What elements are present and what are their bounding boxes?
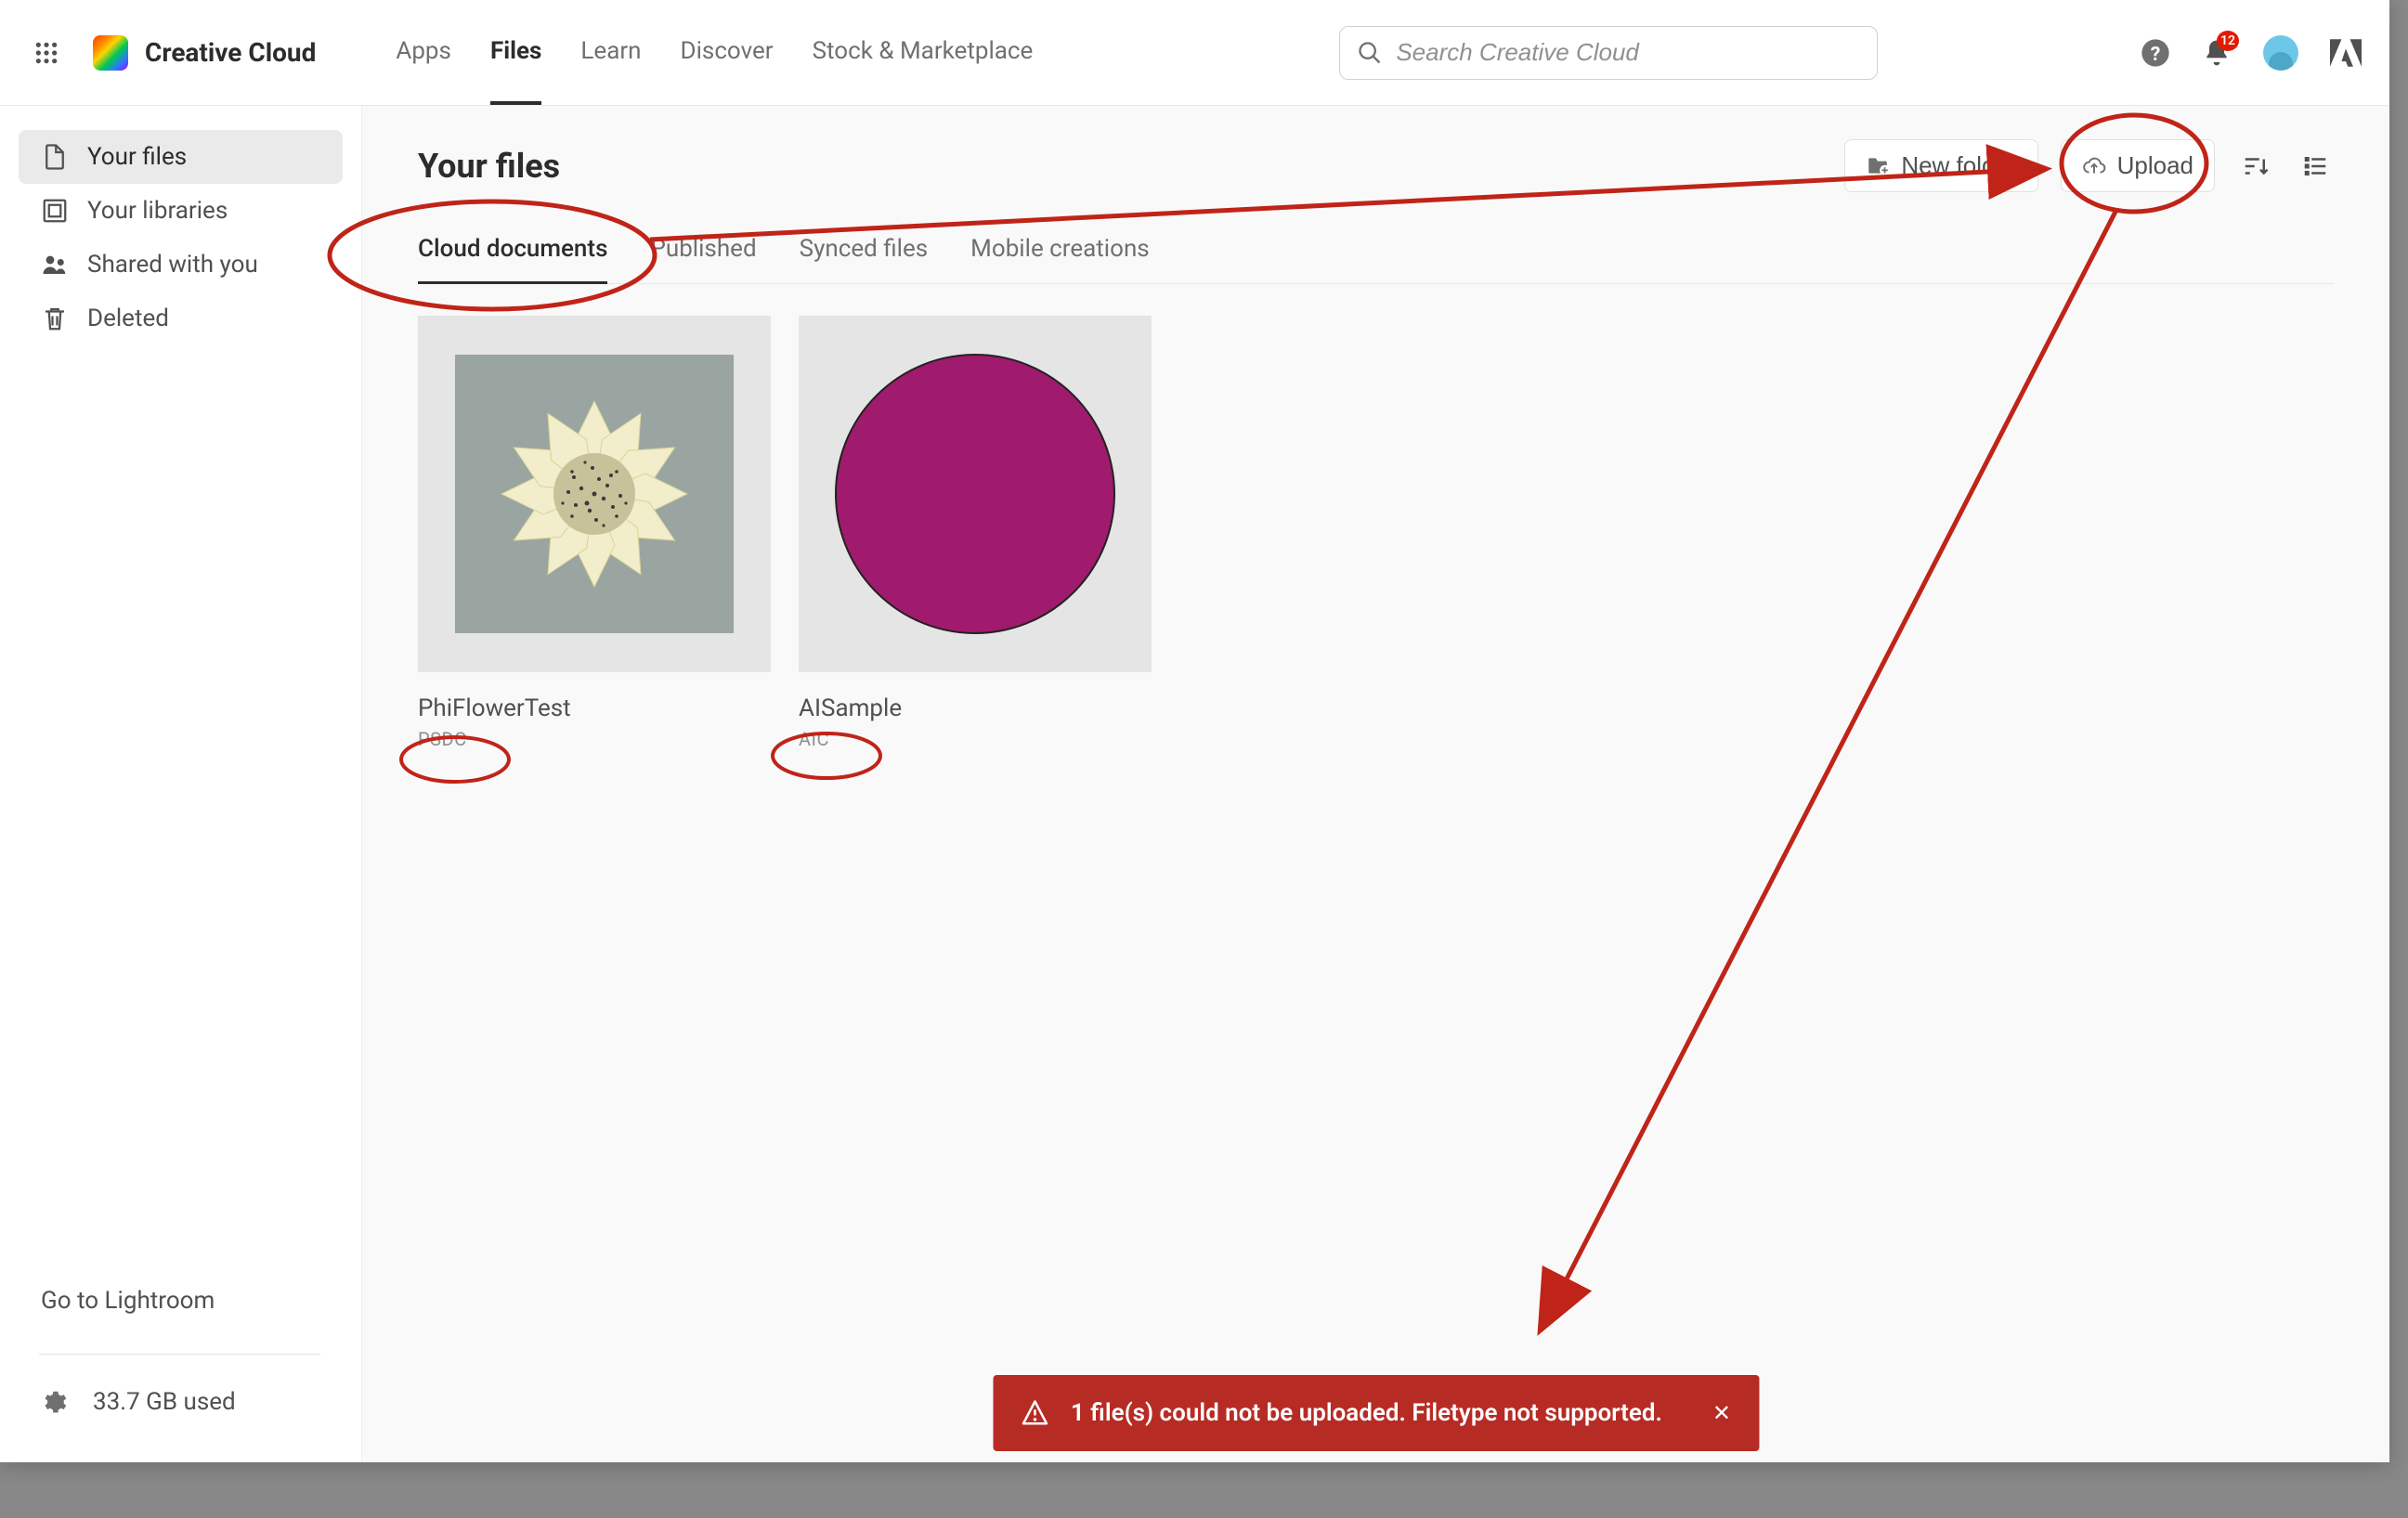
- page-header: Your files New folder Upload: [418, 139, 2334, 192]
- libraries-icon: [41, 197, 69, 225]
- upload-label: Upload: [2117, 151, 2193, 180]
- search-icon: [1357, 40, 1383, 66]
- top-nav-learn[interactable]: Learn: [580, 0, 641, 105]
- file-tabs: Cloud documents Published Synced files M…: [418, 235, 2334, 284]
- app-body: Your files Your libraries Shared with yo…: [0, 106, 2389, 1462]
- svg-text:?: ?: [2151, 43, 2161, 66]
- file-card[interactable]: AISample AIC: [799, 316, 1152, 750]
- notification-count-badge: 12: [2217, 31, 2239, 51]
- file-type: PSDC: [418, 728, 771, 750]
- files-grid: PhiFlowerTest PSDC AISample AIC: [418, 316, 2334, 750]
- new-folder-label: New folder: [1901, 151, 2016, 180]
- sidebar-item-label: Deleted: [87, 305, 169, 332]
- trash-icon: [41, 305, 69, 332]
- brand-name: Creative Cloud: [145, 37, 316, 68]
- storage-used-text: 33.7 GB used: [93, 1388, 236, 1416]
- view-toggle-button[interactable]: [2297, 148, 2334, 185]
- file-type: AIC: [799, 728, 1152, 750]
- file-name: AISample: [799, 694, 1152, 722]
- sidebar: Your files Your libraries Shared with yo…: [0, 106, 362, 1462]
- error-toast-close[interactable]: ✕: [1712, 1400, 1731, 1426]
- upload-cloud-icon: [2082, 154, 2106, 178]
- upload-button[interactable]: Upload: [2061, 139, 2215, 192]
- gear-icon[interactable]: [39, 1388, 67, 1416]
- top-nav-discover[interactable]: Discover: [681, 0, 774, 105]
- file-thumbnail: [418, 316, 771, 672]
- sort-button[interactable]: [2237, 148, 2274, 185]
- top-nav-apps[interactable]: Apps: [396, 0, 451, 105]
- tab-mobile-creations[interactable]: Mobile creations: [970, 235, 1150, 284]
- error-toast-message: 1 file(s) could not be uploaded. Filetyp…: [1071, 1399, 1662, 1427]
- user-avatar[interactable]: [2263, 35, 2298, 71]
- sidebar-item-shared[interactable]: Shared with you: [0, 238, 361, 292]
- top-nav-stock[interactable]: Stock & Marketplace: [813, 0, 1034, 105]
- tab-published[interactable]: Published: [650, 235, 756, 284]
- notifications-button[interactable]: 12: [2202, 38, 2232, 68]
- sidebar-item-deleted[interactable]: Deleted: [0, 292, 361, 345]
- top-nav: Apps Files Learn Discover Stock & Market…: [396, 0, 1033, 105]
- app-header: Creative Cloud Apps Files Learn Discover…: [0, 0, 2389, 106]
- sidebar-item-label: Shared with you: [87, 251, 258, 279]
- search-bar[interactable]: [1339, 26, 1878, 80]
- sidebar-item-your-libraries[interactable]: Your libraries: [0, 184, 361, 238]
- search-input[interactable]: [1396, 38, 1860, 67]
- sidebar-item-label: Your libraries: [87, 197, 228, 225]
- file-card[interactable]: PhiFlowerTest PSDC: [418, 316, 771, 750]
- file-thumbnail: [799, 316, 1152, 672]
- adobe-logo-icon[interactable]: [2330, 39, 2362, 67]
- page-toolbar: New folder Upload: [1844, 139, 2334, 192]
- tab-synced-files[interactable]: Synced files: [800, 235, 929, 284]
- warning-icon: [1021, 1399, 1048, 1427]
- help-icon[interactable]: ?: [2141, 38, 2170, 68]
- sort-icon: [2242, 152, 2270, 180]
- tab-cloud-documents[interactable]: Cloud documents: [418, 235, 607, 284]
- app-switcher-icon[interactable]: [28, 34, 65, 71]
- storage-indicator: 33.7 GB used: [39, 1354, 320, 1416]
- creative-cloud-logo-icon[interactable]: [93, 35, 128, 71]
- sidebar-footer: Go to Lightroom 33.7 GB used: [0, 1259, 361, 1462]
- app-window: Creative Cloud Apps Files Learn Discover…: [0, 0, 2389, 1462]
- page-title: Your files: [418, 147, 560, 186]
- new-folder-icon: [1866, 154, 1890, 178]
- sidebar-item-label: Your files: [87, 143, 187, 171]
- new-folder-button[interactable]: New folder: [1844, 139, 2037, 192]
- shared-icon: [41, 251, 69, 279]
- error-toast: 1 file(s) could not be uploaded. Filetyp…: [993, 1375, 1759, 1451]
- list-view-icon: [2301, 152, 2329, 180]
- sidebar-item-your-files[interactable]: Your files: [19, 130, 343, 184]
- go-to-lightroom-link[interactable]: Go to Lightroom: [41, 1287, 320, 1315]
- file-name: PhiFlowerTest: [418, 694, 771, 722]
- top-nav-files[interactable]: Files: [490, 0, 541, 105]
- file-icon: [41, 143, 69, 171]
- circle-artwork-icon: [831, 350, 1119, 638]
- flower-artwork-icon: [492, 392, 696, 596]
- main-content: Your files New folder Upload: [362, 106, 2389, 1462]
- header-right: ? 12: [2141, 35, 2362, 71]
